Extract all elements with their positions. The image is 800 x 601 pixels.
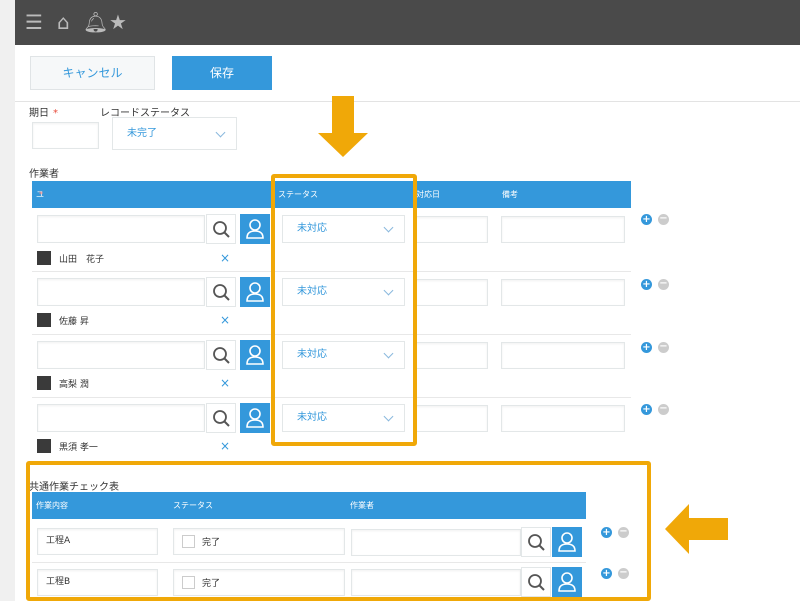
toolbar-divider — [15, 101, 800, 102]
annotation-highlight-status-column — [271, 174, 417, 446]
user-search-input[interactable] — [37, 404, 205, 432]
menu-icon[interactable]: ☰ — [25, 8, 43, 36]
user-icon — [246, 345, 264, 365]
remove-user-button[interactable]: × — [220, 314, 230, 326]
user-search-button[interactable] — [206, 277, 236, 307]
user-select-button[interactable] — [240, 277, 270, 307]
record-status-value: 未完了 — [127, 128, 157, 139]
selected-user-name: 黒須 孝一 — [59, 443, 98, 453]
remove-row-button[interactable]: − — [658, 214, 669, 225]
user-select-button[interactable] — [240, 340, 270, 370]
annotation-arrow-down-shaft — [332, 96, 354, 134]
remove-user-button[interactable]: × — [220, 377, 230, 389]
cancel-button[interactable]: キャンセル — [30, 56, 155, 90]
notes-input[interactable] — [501, 342, 625, 369]
user-search-button[interactable] — [206, 214, 236, 244]
annotation-arrow-down — [318, 133, 368, 157]
record-status-select[interactable]: 未完了 — [112, 117, 237, 150]
annotation-arrow-left — [665, 504, 689, 554]
remove-user-button[interactable]: × — [220, 252, 230, 264]
user-search-input[interactable] — [37, 215, 205, 243]
minus-icon: − — [659, 213, 668, 224]
workers-section-label: 作業者 — [29, 169, 59, 180]
remove-user-button[interactable]: × — [220, 440, 230, 452]
add-row-button[interactable]: + — [641, 404, 652, 415]
search-icon — [213, 347, 230, 364]
user-icon — [246, 219, 264, 239]
user-search-input[interactable] — [37, 278, 205, 306]
star-icon[interactable]: ★ — [109, 8, 127, 36]
user-icon — [246, 408, 264, 428]
close-icon: × — [220, 439, 231, 453]
notes-input[interactable] — [501, 405, 625, 432]
user-avatar — [37, 439, 51, 453]
user-avatar — [37, 376, 51, 390]
user-select-button[interactable] — [240, 214, 270, 244]
chevron-down-icon — [215, 127, 226, 137]
plus-icon: + — [642, 404, 651, 415]
selected-user-name: 山田 花子 — [59, 255, 105, 265]
user-avatar — [37, 313, 51, 327]
user-search-button[interactable] — [206, 403, 236, 433]
close-icon: × — [220, 251, 231, 265]
search-icon — [213, 284, 230, 301]
remove-row-button[interactable]: − — [658, 279, 669, 290]
annotation-highlight-checklist — [26, 461, 651, 601]
response-date-input[interactable] — [415, 216, 488, 243]
top-navigation-bar: ☰ ⌂ 🔔︎ ★ — [15, 0, 800, 45]
notes-input[interactable] — [501, 279, 625, 306]
user-icon — [246, 282, 264, 302]
plus-icon: + — [642, 342, 651, 353]
add-row-button[interactable]: + — [641, 342, 652, 353]
search-icon — [213, 410, 230, 427]
close-icon: × — [220, 313, 231, 327]
plus-icon: + — [642, 279, 651, 290]
remove-row-button[interactable]: − — [658, 404, 669, 415]
minus-icon: − — [659, 403, 668, 414]
user-select-button[interactable] — [240, 403, 270, 433]
user-search-input[interactable] — [37, 341, 205, 369]
user-avatar — [37, 251, 51, 265]
user-search-button[interactable] — [206, 340, 236, 370]
response-date-input[interactable] — [415, 405, 488, 432]
response-date-input[interactable] — [415, 279, 488, 306]
remove-row-button[interactable]: − — [658, 342, 669, 353]
required-mark: * — [53, 108, 58, 119]
header-date: 対応日 — [416, 190, 440, 199]
header-notes: 備考 — [502, 190, 518, 199]
plus-icon: + — [642, 214, 651, 225]
minus-icon: − — [659, 341, 668, 352]
save-button[interactable]: 保存 — [172, 56, 272, 90]
add-row-button[interactable]: + — [641, 214, 652, 225]
notes-input[interactable] — [501, 216, 625, 243]
home-icon[interactable]: ⌂ — [57, 8, 70, 36]
add-row-button[interactable]: + — [641, 279, 652, 290]
minus-icon: − — [659, 278, 668, 289]
due-date-input[interactable] — [32, 122, 99, 149]
response-date-input[interactable] — [415, 342, 488, 369]
annotation-arrow-left-shaft — [688, 518, 728, 540]
search-icon — [213, 221, 230, 238]
selected-user-name: 高梨 潤 — [59, 380, 89, 390]
due-date-label: 期日 * — [29, 108, 58, 119]
selected-user-name: 佐藤 昇 — [59, 317, 89, 327]
bell-icon[interactable]: 🔔︎ — [83, 8, 108, 36]
close-icon: × — [220, 376, 231, 390]
